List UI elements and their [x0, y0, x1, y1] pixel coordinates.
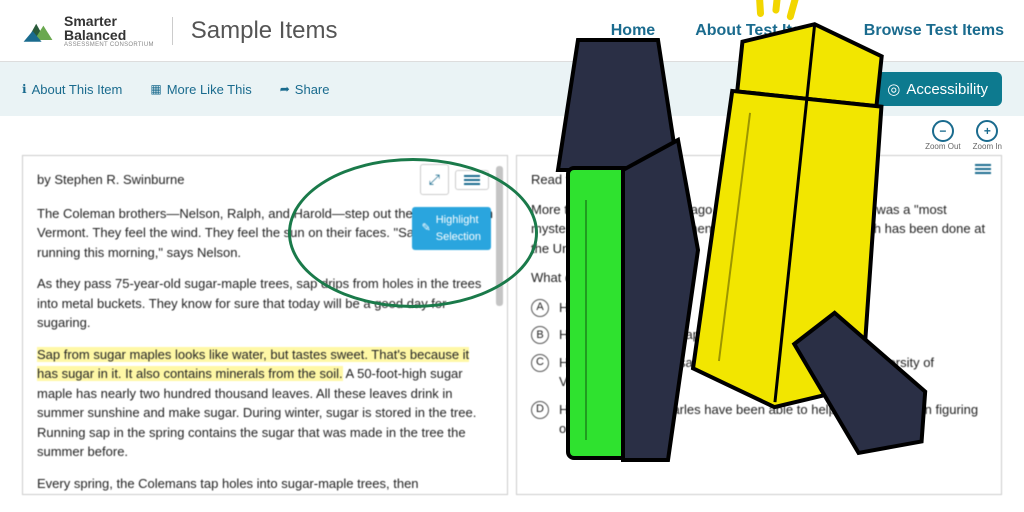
passage-p3: Sap from sugar maples looks like water, …: [37, 345, 493, 462]
passage-scrollbar[interactable]: [496, 166, 503, 306]
choice-letter: B: [531, 326, 549, 344]
page-header: Smarter Balanced ASSESSMENT CONSORTIUM S…: [0, 0, 1024, 62]
logo-line2: Balanced: [64, 28, 154, 42]
nav-browse[interactable]: Browse Test Items: [864, 22, 1004, 40]
zoom-out-icon: −: [932, 120, 954, 142]
passage-p2: As they pass 75-year-old sugar-maple tre…: [37, 274, 493, 333]
hamburger-icon: [975, 164, 991, 174]
logo-icon: [20, 13, 56, 49]
more-like-this-link[interactable]: ▦ More Like This: [150, 82, 251, 97]
highlight-selection-label: Highlight Selection: [436, 212, 481, 245]
choice-A[interactable]: A He believes that no: [531, 298, 987, 318]
choice-letter: D: [531, 401, 549, 419]
nav-home[interactable]: Home: [611, 22, 655, 40]
pencil-icon: ✎: [422, 220, 431, 237]
logo-text: Smarter Balanced ASSESSMENT CONSORTIUM: [64, 14, 154, 48]
accessibility-button[interactable]: ◎ Accessibility: [873, 72, 1002, 106]
hamburger-icon: [464, 175, 480, 185]
accessibility-label: Accessibility: [906, 81, 988, 98]
choice-letter: C: [531, 354, 549, 372]
about-this-item-link[interactable]: ℹ About This Item: [22, 82, 122, 97]
menu-button[interactable]: [455, 170, 489, 190]
logo-subtitle: ASSESSMENT CONSORTIUM: [64, 42, 154, 48]
question-stem: More than a hundred years ago, one scien…: [531, 200, 987, 259]
content-area: ⤢ ✎ Highlight Selection by Stephen R. Sw…: [0, 155, 1024, 495]
question-menu-button[interactable]: [975, 164, 991, 174]
passage-p4: Every spring, the Colemans tap holes int…: [37, 474, 493, 494]
sub-header: ℹ About This Item ▦ More Like This ➦ Sha…: [0, 62, 1024, 116]
share-label: Share: [295, 82, 330, 97]
choice-B[interactable]: B He believes the way sap flows helps.: [531, 325, 987, 345]
highlight-selection-popup[interactable]: ✎ Highlight Selection: [412, 207, 491, 250]
accessibility-icon: ◎: [887, 80, 900, 98]
question-pane: Read the sentences More than a hundred y…: [516, 155, 1002, 495]
grid-icon: ▦: [150, 82, 161, 96]
about-this-item-label: About This Item: [32, 82, 123, 97]
zoom-out-button[interactable]: − Zoom Out: [925, 120, 961, 151]
choice-text: He believes that Charles have been able …: [559, 400, 987, 439]
choice-text: He believes that no: [559, 298, 670, 318]
zoom-controls: − Zoom Out + Zoom In: [0, 116, 1024, 155]
expand-icon: ⤢: [429, 169, 440, 190]
question-prompt: What does this paragraph: [531, 268, 987, 288]
share-icon: ➦: [280, 82, 290, 96]
choice-text: He believes the way sap flows has been d…: [559, 353, 987, 392]
question-intro: Read the sentences: [531, 170, 987, 190]
choice-C[interactable]: C He believes the way sap flows has been …: [531, 353, 987, 392]
zoom-in-label: Zoom In: [973, 142, 1002, 151]
zoom-in-icon: +: [976, 120, 998, 142]
page-title: Sample Items: [172, 17, 338, 45]
zoom-out-label: Zoom Out: [925, 142, 961, 151]
answer-choices: A He believes that no B He believes the way…: [531, 298, 987, 439]
choice-letter: A: [531, 299, 549, 317]
share-link[interactable]: ➦ Share: [280, 82, 330, 97]
expand-button[interactable]: ⤢: [420, 164, 449, 195]
more-like-this-label: More Like This: [167, 82, 252, 97]
nav-about[interactable]: About Test Items: [695, 22, 824, 40]
passage-toolbar: ⤢ ✎ Highlight Selection: [420, 164, 489, 195]
zoom-in-button[interactable]: + Zoom In: [973, 120, 1002, 151]
logo-line1: Smarter: [64, 14, 154, 28]
logo[interactable]: Smarter Balanced ASSESSMENT CONSORTIUM: [20, 13, 154, 49]
passage-pane: ⤢ ✎ Highlight Selection by Stephen R. Sw…: [22, 155, 508, 495]
choice-text: He believes the way sap flows helps.: [559, 325, 771, 345]
info-icon: ℹ: [22, 82, 27, 96]
choice-D[interactable]: D He believes that Charles have been able…: [531, 400, 987, 439]
top-nav: Home About Test Items Browse Test Items: [611, 22, 1004, 40]
